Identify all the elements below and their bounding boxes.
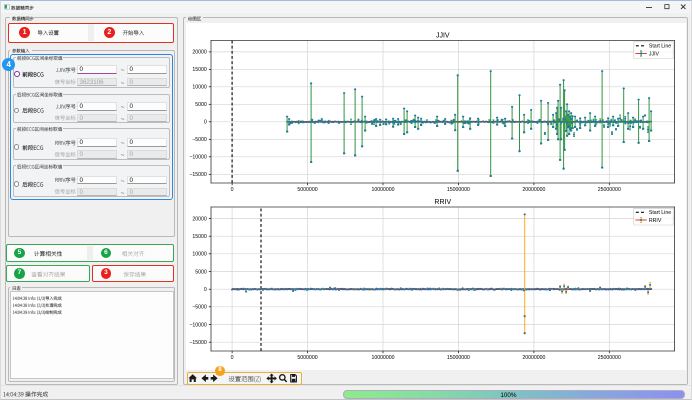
svg-text:15000: 15000: [192, 234, 207, 240]
svg-text:JJIV: JJIV: [436, 33, 450, 40]
svg-text:15000000: 15000000: [447, 355, 470, 361]
svg-text:15000: 15000: [192, 67, 207, 73]
svg-text:−5000: −5000: [192, 305, 207, 311]
svg-text:25000000: 25000000: [598, 187, 621, 193]
svg-text:−10000: −10000: [189, 155, 207, 161]
svg-text:5000: 5000: [195, 102, 207, 108]
svg-text:5000: 5000: [195, 269, 207, 275]
svg-text:−10000: −10000: [189, 322, 207, 328]
svg-text:10000000: 10000000: [371, 355, 394, 361]
svg-text:10000: 10000: [192, 252, 207, 258]
svg-text:Start Line: Start Line: [649, 44, 671, 50]
svg-text:−5000: −5000: [192, 137, 207, 143]
svg-text:20000: 20000: [192, 216, 207, 222]
svg-text:5000000: 5000000: [297, 355, 317, 361]
svg-text:Start Line: Start Line: [649, 210, 671, 216]
svg-text:20000000: 20000000: [522, 355, 545, 361]
svg-text:0: 0: [231, 355, 234, 361]
svg-text:25000000: 25000000: [598, 355, 621, 361]
svg-text:0: 0: [204, 120, 207, 126]
svg-text:RRIV: RRIV: [649, 218, 662, 224]
svg-text:−15000: −15000: [189, 340, 207, 346]
svg-text:10000000: 10000000: [371, 187, 394, 193]
svg-text:20000000: 20000000: [522, 187, 545, 193]
svg-text:15000000: 15000000: [447, 187, 470, 193]
svg-text:−15000: −15000: [189, 172, 207, 178]
svg-text:JJIV: JJIV: [649, 51, 660, 57]
svg-text:0: 0: [204, 287, 207, 293]
svg-text:5000000: 5000000: [297, 187, 317, 193]
svg-text:10000: 10000: [192, 85, 207, 91]
svg-text:0: 0: [231, 187, 234, 193]
svg-text:20000: 20000: [192, 50, 207, 56]
svg-text:RRIV: RRIV: [434, 199, 451, 206]
